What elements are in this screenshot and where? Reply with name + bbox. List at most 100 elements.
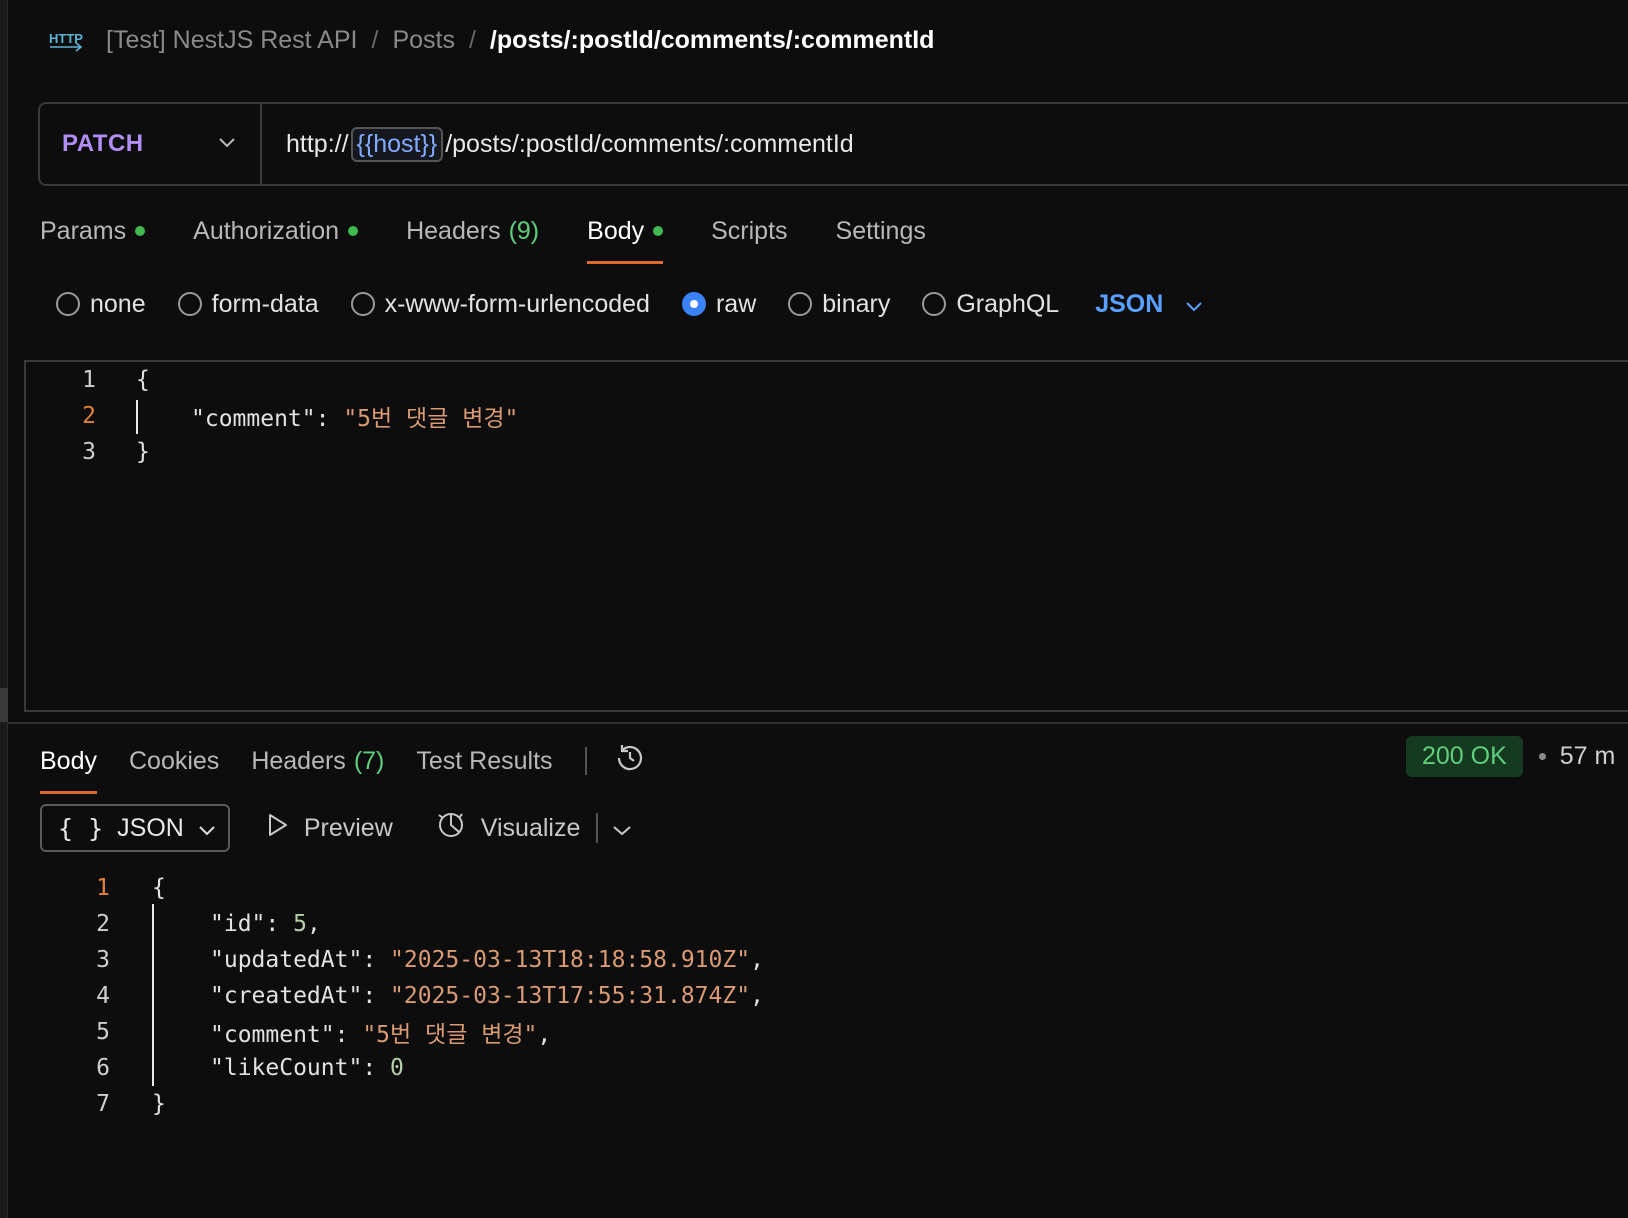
json-string: "5번 댓글 변경"	[362, 1022, 538, 1048]
url-variable[interactable]: {{host}}	[350, 126, 444, 162]
line-number: 6	[96, 1055, 110, 1081]
method-select[interactable]: PATCH	[40, 104, 262, 184]
line-number: 5	[96, 1019, 110, 1045]
code-brace: }	[136, 439, 150, 465]
tab-params[interactable]: Params	[40, 210, 146, 252]
history-icon[interactable]	[613, 741, 647, 782]
line-number: 2	[82, 403, 96, 429]
radio-graphql[interactable]: GraphQL	[922, 290, 1059, 319]
tab-test-results[interactable]: Test Results	[416, 740, 552, 782]
url-path: /posts/:postId/comments/:commentId	[445, 129, 854, 158]
json-key: "likeCount"	[210, 1055, 363, 1081]
radio-form-data[interactable]: form-data	[177, 289, 319, 319]
divider	[596, 813, 599, 843]
radio-raw[interactable]: raw	[681, 289, 757, 319]
line-number: 2	[96, 911, 110, 937]
json-colon: :	[362, 947, 391, 973]
json-comma: ,	[537, 1022, 552, 1048]
visualize-button[interactable]: Visualize	[435, 809, 581, 848]
radio-binary[interactable]: binary	[788, 290, 890, 319]
pane-divider[interactable]	[8, 722, 1628, 724]
request-tabs: Params Authorization Headers (9) Body Scr…	[40, 210, 974, 266]
radio-button[interactable]	[788, 292, 813, 316]
json-string: "5번 댓글 변경"	[343, 406, 519, 432]
code-content: "comment": "5번 댓글 변경",	[210, 1015, 551, 1049]
tab-label: Authorization	[193, 216, 340, 245]
tab-label: Body	[587, 216, 645, 245]
json-comma: ,	[306, 911, 321, 937]
json-key: "createdAt"	[210, 983, 363, 1009]
tab-label: Headers	[406, 216, 501, 245]
tab-label: Params	[40, 216, 127, 245]
json-key: "id"	[210, 911, 266, 937]
radio-button-selected[interactable]	[681, 292, 706, 316]
url-input[interactable]: http:// {{host}} /posts/:postId/comments…	[286, 126, 854, 162]
rail-marker	[0, 688, 8, 722]
tab-response-body[interactable]: Body	[40, 740, 97, 794]
tab-response-headers[interactable]: Headers (7)	[251, 740, 384, 782]
left-rail	[0, 0, 8, 1218]
json-comma: ,	[750, 983, 764, 1009]
radio-urlencoded[interactable]: x-www-form-urlencoded	[350, 290, 650, 319]
method-label: PATCH	[62, 130, 144, 157]
tab-label: Headers	[251, 746, 346, 775]
tab-headers[interactable]: Headers (9)	[406, 210, 539, 252]
chevron-down-icon	[218, 135, 236, 153]
tab-settings[interactable]: Settings	[836, 210, 926, 252]
code-brace: {	[136, 367, 150, 393]
tab-scripts[interactable]: Scripts	[711, 210, 787, 252]
separator-dot	[1538, 752, 1546, 760]
breadcrumb-request[interactable]: /posts/:postId/comments/:commentId	[490, 26, 934, 55]
json-colon: :	[362, 1055, 391, 1081]
response-body-viewer[interactable]: 1 { 2 "id": 5, 3 "updatedAt": "2025-03-1…	[40, 870, 1628, 1218]
tab-count: (9)	[508, 216, 540, 245]
line-number: 1	[82, 367, 96, 393]
code-line: 1 {	[26, 362, 1628, 398]
language-select[interactable]: JSON	[1095, 290, 1203, 319]
tab-authorization[interactable]: Authorization	[193, 210, 359, 252]
radio-label: binary	[822, 289, 891, 318]
format-label: JSON	[117, 813, 184, 842]
tab-label: Body	[40, 746, 97, 775]
json-string: "2025-03-13T18:18:58.910Z"	[390, 947, 751, 973]
radio-button[interactable]	[350, 292, 375, 316]
language-label: JSON	[1095, 289, 1164, 318]
breadcrumb-collection[interactable]: [Test] NestJS Rest API	[106, 26, 357, 55]
braces-icon: { }	[58, 813, 104, 843]
status-badge[interactable]: 200 OK	[1406, 735, 1523, 777]
chevron-down-icon	[184, 814, 216, 843]
tab-body[interactable]: Body	[587, 210, 664, 264]
url-prefix: http://	[286, 129, 349, 158]
code-line: 3 }	[26, 434, 1628, 470]
json-colon: :	[315, 406, 344, 432]
tab-label: Cookies	[128, 746, 220, 775]
response-tabs: Body Cookies Headers (7) Test Results	[40, 736, 647, 794]
indent-guide	[152, 904, 154, 1086]
radio-label: form-data	[211, 289, 319, 318]
format-select[interactable]: { } JSON	[40, 804, 230, 852]
preview-button[interactable]: Preview	[266, 812, 393, 845]
tab-label: Scripts	[711, 216, 788, 245]
url-bar: PATCH http:// {{host}} /posts/:postId/co…	[38, 102, 1628, 186]
tab-cookies[interactable]: Cookies	[129, 740, 219, 782]
code-content: "comment": "5번 댓글 변경"	[191, 399, 518, 433]
line-number: 3	[82, 439, 96, 465]
code-content: "updatedAt": "2025-03-13T18:18:58.910Z",	[210, 947, 764, 973]
radio-button[interactable]	[177, 292, 202, 316]
request-body-editor[interactable]: 1 { 2 "comment": "5번 댓글 변경" 3 }	[24, 360, 1628, 712]
radio-label: raw	[715, 289, 757, 318]
code-content: "likeCount": 0	[210, 1055, 404, 1081]
body-type-options: none form-data x-www-form-urlencoded raw…	[56, 284, 1203, 324]
breadcrumb-separator: /	[468, 25, 476, 54]
chevron-down-icon[interactable]	[612, 814, 632, 843]
code-content: "createdAt": "2025-03-13T17:55:31.874Z",	[210, 983, 764, 1009]
radio-none[interactable]: none	[56, 290, 146, 319]
breadcrumb: HTTP [Test] NestJS Rest API / Posts / /p…	[48, 22, 934, 58]
visualize-label: Visualize	[480, 813, 581, 842]
radio-label: GraphQL	[956, 289, 1060, 318]
response-time[interactable]: 57 m	[1560, 742, 1616, 771]
radio-button[interactable]	[922, 292, 947, 316]
breadcrumb-folder[interactable]: Posts	[392, 26, 455, 55]
radio-button[interactable]	[56, 292, 80, 316]
http-icon: HTTP	[48, 23, 84, 57]
